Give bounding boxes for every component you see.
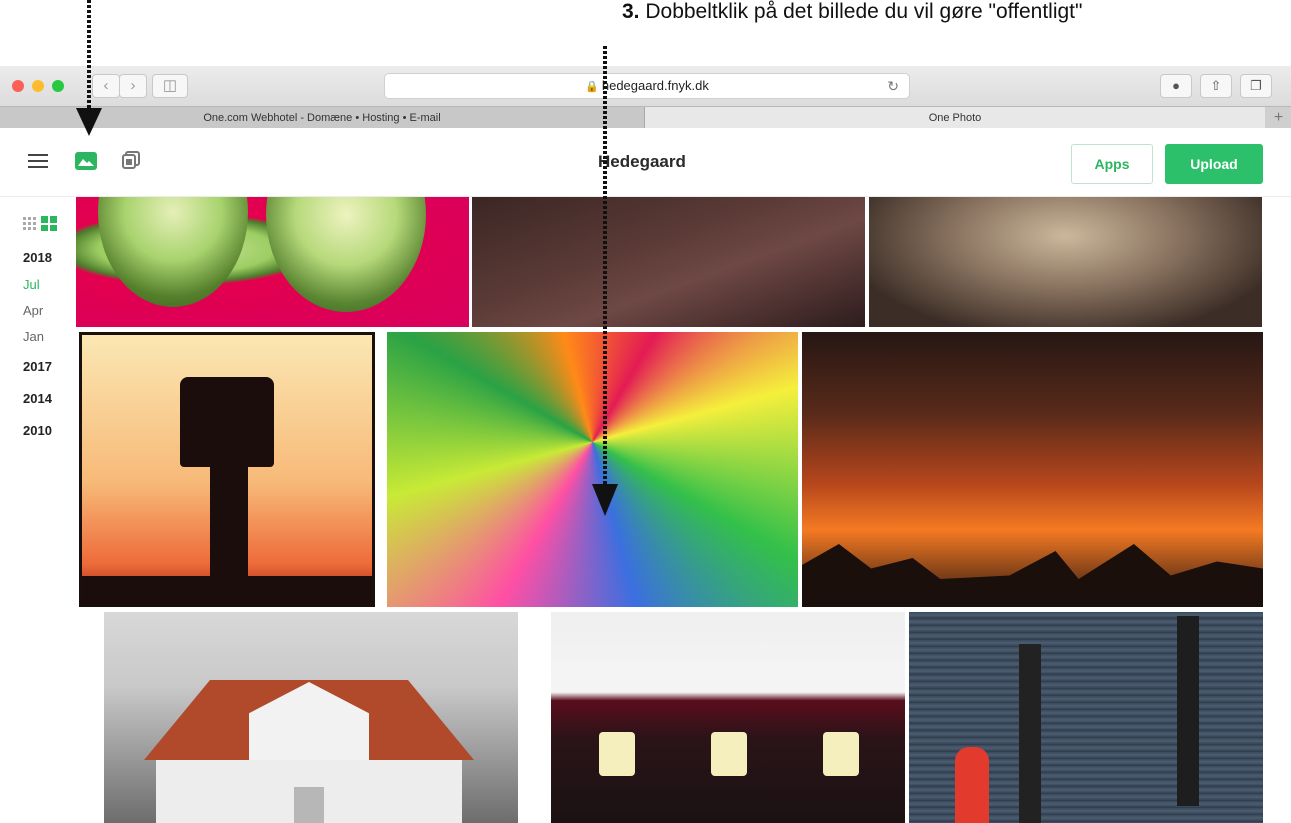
photo-thumbnail[interactable] [802, 332, 1263, 607]
photo-thumbnail[interactable] [76, 197, 469, 327]
instruction-number: 3. [622, 0, 640, 23]
download-button[interactable]: ● [1160, 74, 1192, 98]
maximize-window-button[interactable] [52, 80, 64, 92]
annotation-arrow-down-icon [592, 46, 618, 516]
upload-button[interactable]: Upload [1165, 144, 1263, 184]
chevron-right-icon: › [130, 77, 136, 94]
chevron-left-icon: ‹ [103, 77, 109, 94]
timeline-month-jan[interactable]: Jan [23, 329, 44, 344]
download-icon: ● [1172, 78, 1180, 93]
timeline-year-2017[interactable]: 2017 [23, 359, 52, 374]
tab-bar: One.com Webhotel - Domæne • Hosting • E-… [0, 106, 1291, 129]
minimize-window-button[interactable] [32, 80, 44, 92]
reload-icon[interactable]: ↻ [887, 74, 899, 98]
grid-small-icon [23, 217, 36, 230]
sidebar-toggle-button[interactable]: ◫ [152, 74, 188, 98]
albums-icon[interactable] [122, 151, 140, 169]
timeline-year-2014[interactable]: 2014 [23, 391, 52, 406]
new-tab-button[interactable]: + [1266, 107, 1291, 129]
timeline-month-apr[interactable]: Apr [23, 303, 43, 318]
hamburger-icon[interactable] [28, 154, 48, 168]
timeline-sidebar: 2018 Jul Apr Jan 2017 2014 2010 [0, 197, 75, 823]
app-header: Hedegaard Apps Upload [0, 128, 1291, 197]
photo-thumbnail[interactable] [909, 612, 1263, 823]
share-button[interactable]: ⇧ [1200, 74, 1232, 98]
annotation-arrow-down-icon [76, 0, 102, 136]
photos-icon[interactable] [75, 152, 97, 170]
photo-thumbnail[interactable] [551, 612, 905, 823]
plus-icon: + [1273, 109, 1284, 126]
browser-titlebar: ‹ › ◫ 🔒 hedegaard.fnyk.dk ↻ ● ⇧ ❐ [0, 66, 1291, 106]
close-window-button[interactable] [12, 80, 24, 92]
address-bar[interactable]: 🔒 hedegaard.fnyk.dk ↻ [384, 73, 910, 99]
instruction-text: 3. Dobbeltklik på det billede du vil gør… [622, 0, 1282, 30]
browser-chrome: ‹ › ◫ 🔒 hedegaard.fnyk.dk ↻ ● ⇧ ❐ One.com… [0, 66, 1291, 129]
timeline-month-jul[interactable]: Jul [23, 277, 40, 292]
grid-large-icon [41, 216, 57, 231]
sidebar-icon: ◫ [162, 77, 178, 94]
timeline-year-2018[interactable]: 2018 [23, 250, 52, 265]
photo-thumbnail[interactable] [472, 197, 865, 327]
tabs-overview-button[interactable]: ❐ [1240, 74, 1272, 98]
view-toggle [23, 215, 63, 231]
instruction-body: Dobbeltklik på det billede du vil gøre "… [639, 0, 1083, 23]
timeline-year-2010[interactable]: 2010 [23, 423, 52, 438]
photo-thumbnail[interactable] [104, 612, 518, 823]
tab-one-photo[interactable]: One Photo [645, 107, 1265, 129]
tabs-icon: ❐ [1250, 78, 1262, 93]
share-icon: ⇧ [1210, 78, 1222, 93]
forward-button[interactable]: › [119, 74, 147, 98]
apps-button[interactable]: Apps [1071, 144, 1153, 184]
photo-thumbnail[interactable] [869, 197, 1262, 327]
photo-thumbnail[interactable] [79, 332, 375, 607]
